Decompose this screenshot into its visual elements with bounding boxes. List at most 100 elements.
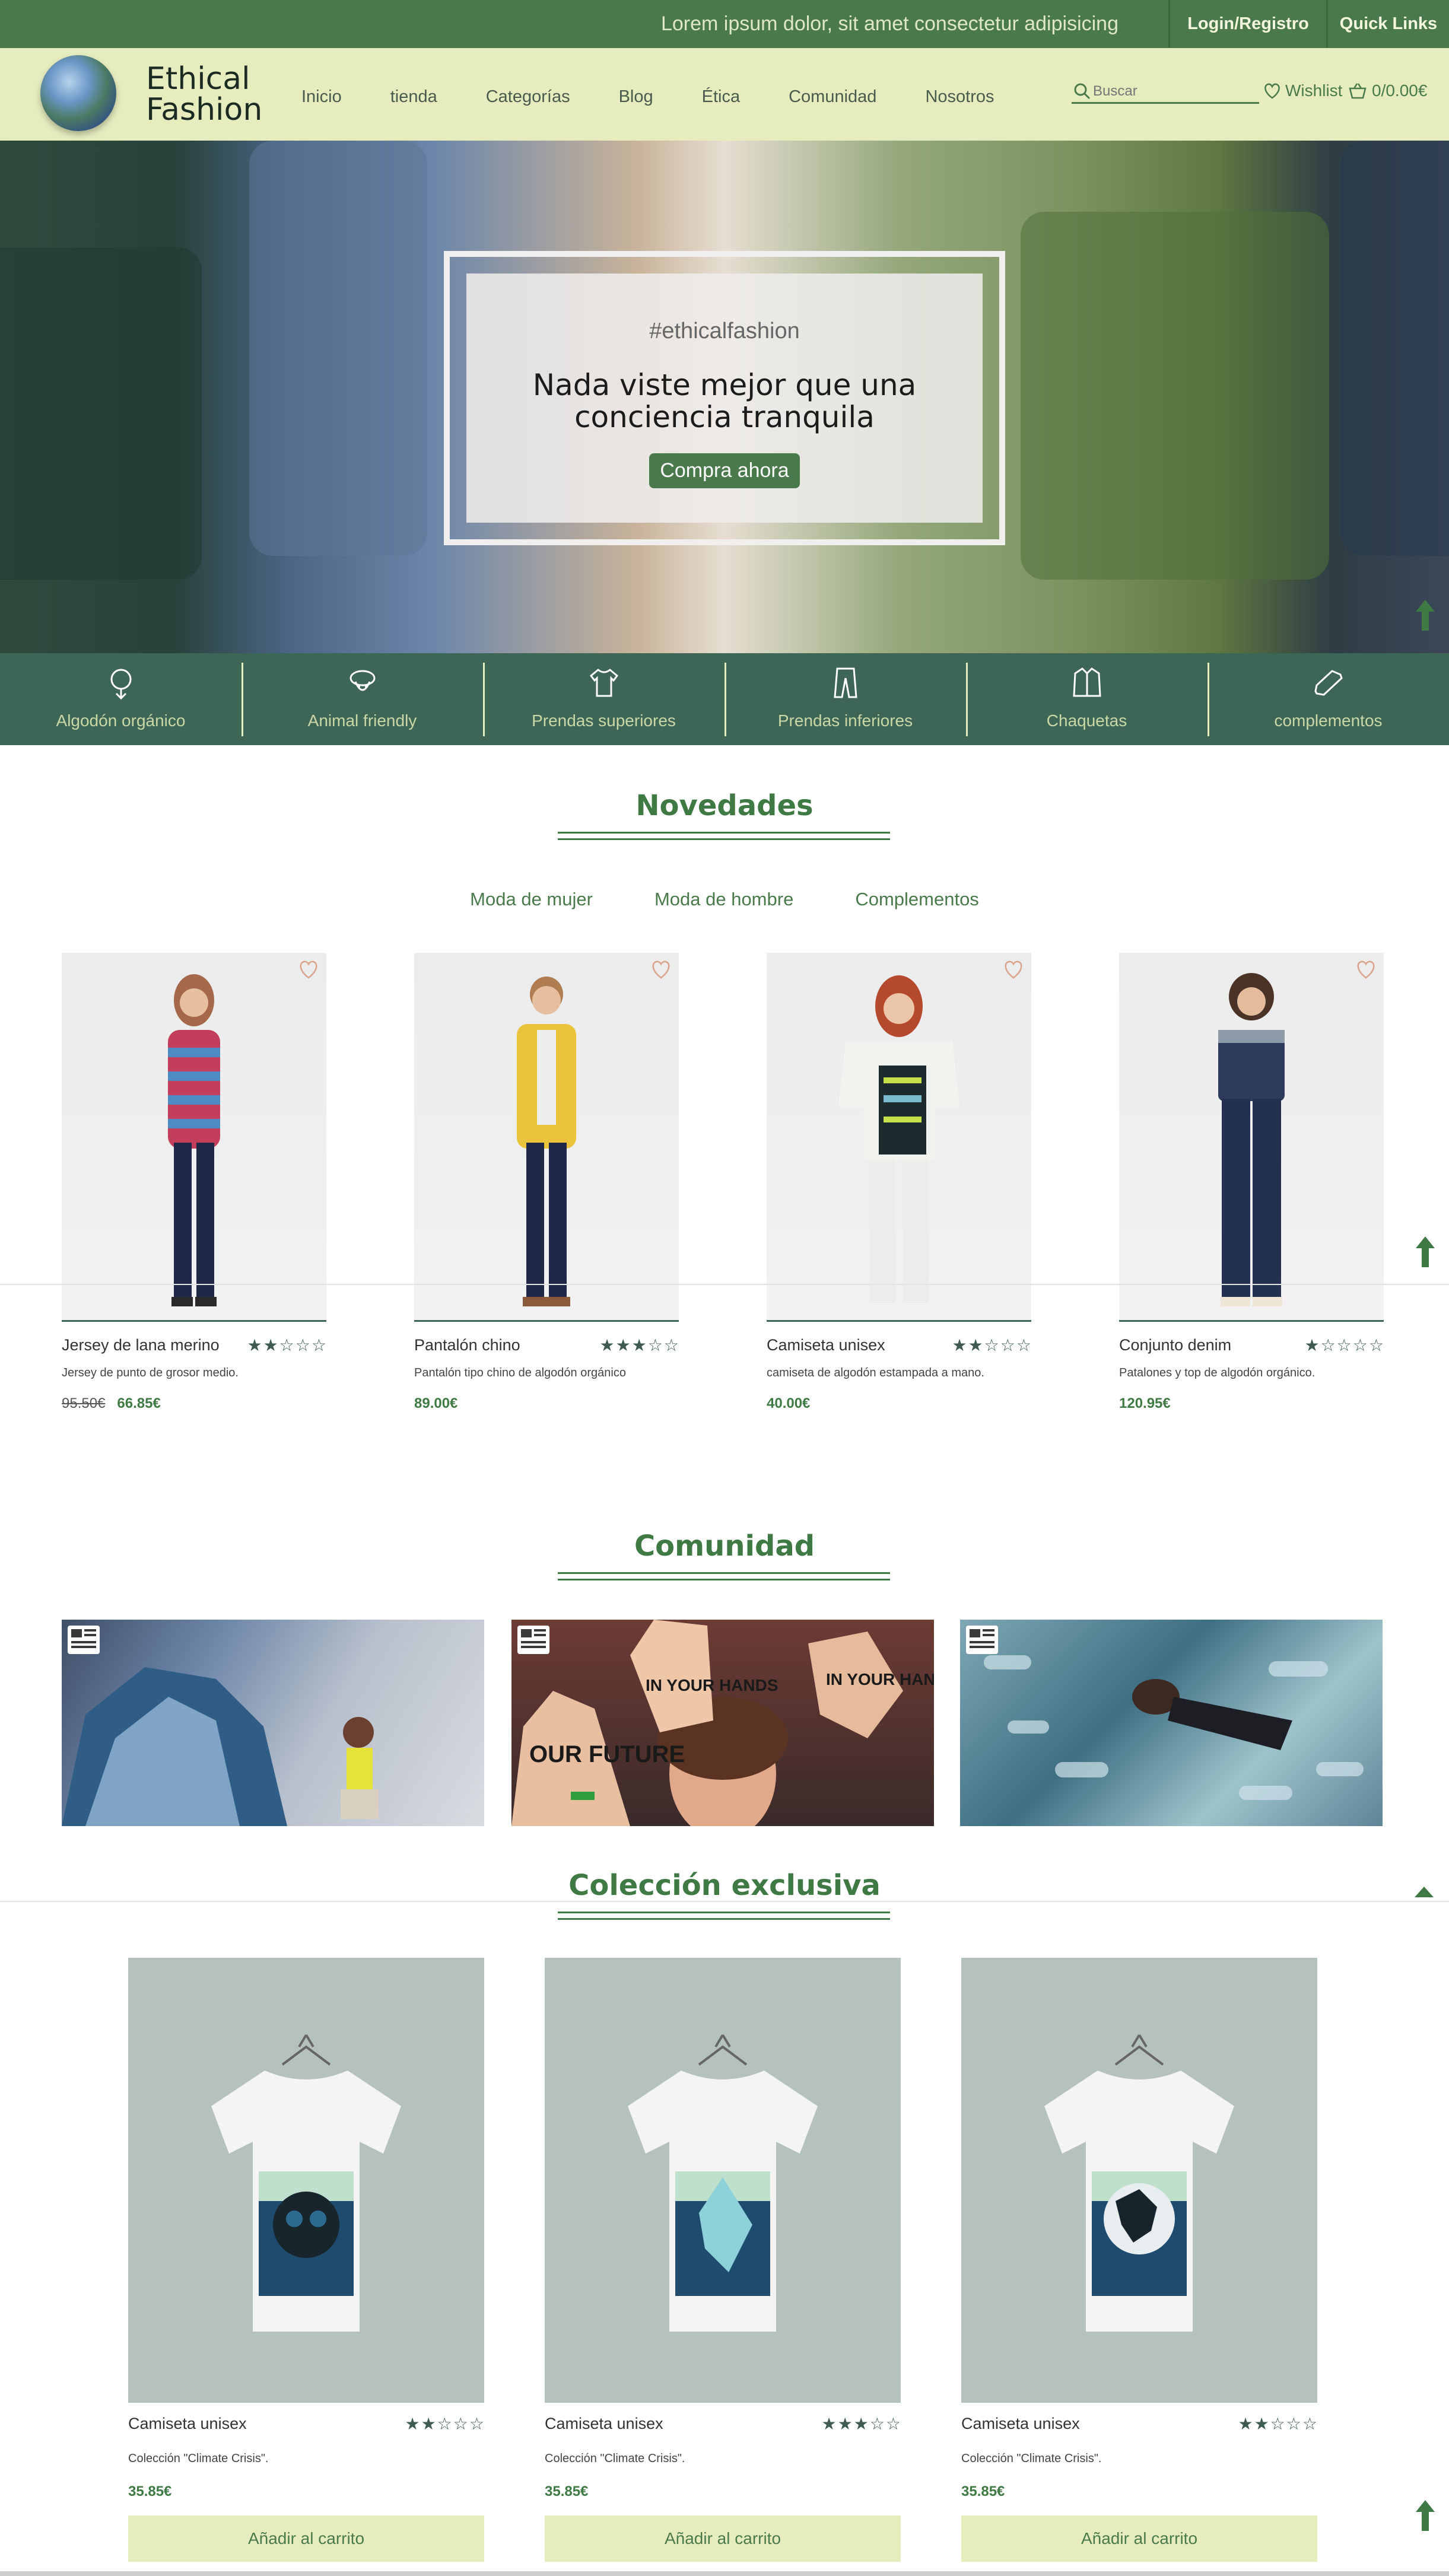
star-empty-icon: ☆ xyxy=(469,2414,484,2433)
product-description: Jersey de punto de grosor medio. xyxy=(62,1366,239,1379)
star-empty-icon: ☆ xyxy=(885,2414,901,2433)
community-post[interactable] xyxy=(960,1620,1383,1826)
nav-blog[interactable]: Blog xyxy=(619,87,653,107)
add-to-cart-button[interactable]: Añadir al carrito xyxy=(545,2515,901,2562)
old-price: 95.50€ xyxy=(62,1395,106,1411)
product-image[interactable] xyxy=(961,1958,1317,2403)
community-post[interactable] xyxy=(62,1620,484,1826)
star-empty-icon: ☆ xyxy=(1352,1335,1368,1354)
star-filled-icon: ★ xyxy=(968,1335,983,1354)
scroll-top-icon[interactable] xyxy=(1411,1234,1440,1270)
product-name[interactable]: Camiseta unisex xyxy=(961,2415,1080,2433)
tab-men[interactable]: Moda de hombre xyxy=(654,889,793,910)
cart-link[interactable]: 0/0.00€ xyxy=(1348,81,1427,100)
horizontal-scrollbar[interactable] xyxy=(0,2571,1449,2576)
product-image[interactable] xyxy=(1119,953,1384,1322)
star-empty-icon: ☆ xyxy=(453,2414,468,2433)
logo-text[interactable]: Ethical Fashion xyxy=(146,63,262,125)
product-card[interactable]: Conjunto denim ★ ☆ ☆ ☆ ☆ Patalones y top de … xyxy=(1119,953,1384,1412)
category-accessories[interactable]: complementos xyxy=(1208,653,1449,745)
star-filled-icon: ★ xyxy=(615,1335,631,1354)
category-bottoms[interactable]: Prendas inferiores xyxy=(724,653,966,745)
community-post[interactable]: OUR FUTURE IN YOUR HANDS IN YOUR HANDS xyxy=(511,1620,934,1826)
product-image[interactable] xyxy=(545,1958,901,2403)
heart-icon[interactable] xyxy=(649,958,673,981)
nav-categorias[interactable]: Categorías xyxy=(486,87,570,107)
product-name[interactable]: Camiseta unisex xyxy=(128,2415,247,2433)
star-empty-icon: ☆ xyxy=(1016,1335,1031,1354)
scroll-top-icon[interactable] xyxy=(1411,597,1440,633)
category-tops[interactable]: Prendas superiores xyxy=(483,653,724,745)
heart-icon[interactable] xyxy=(1002,958,1025,981)
star-filled-icon: ★ xyxy=(421,2414,436,2433)
nav-nosotros[interactable]: Nosotros xyxy=(925,87,994,107)
product-description: Patalones y top de algodón orgánico. xyxy=(1119,1366,1315,1379)
newspaper-icon xyxy=(517,1626,549,1654)
product-image[interactable] xyxy=(414,953,679,1322)
nav-inicio[interactable]: Inicio xyxy=(301,87,342,107)
site-header: Ethical Fashion Inicio tienda Categorías… xyxy=(0,48,1449,141)
category-jackets[interactable]: Chaquetas xyxy=(966,653,1208,745)
section-underline xyxy=(558,1572,890,1580)
product-card[interactable]: Jersey de lana merino ★ ★ ☆ ☆ ☆ Jersey de pu… xyxy=(62,953,326,1412)
product-name[interactable]: Camiseta unisex xyxy=(545,2415,663,2433)
product-price: 35.85€ xyxy=(961,2483,1005,2499)
product-description: Colección "Climate Crisis". xyxy=(961,2452,1102,2465)
search-input[interactable] xyxy=(1093,82,1247,100)
product-price: 35.85€ xyxy=(128,2483,172,2499)
star-filled-icon: ★ xyxy=(599,1335,615,1354)
heart-icon[interactable] xyxy=(297,958,320,981)
quick-links-link[interactable]: Quick Links xyxy=(1326,0,1449,48)
star-empty-icon: ☆ xyxy=(1320,1335,1336,1354)
tshirt-product-figure xyxy=(1044,2034,1234,2332)
product-card[interactable]: Camiseta unisex ★ ★ ☆ ☆ ☆ camiseta de algodó… xyxy=(767,953,1031,1412)
divider xyxy=(0,1284,1449,1285)
add-to-cart-button[interactable]: Añadir al carrito xyxy=(128,2515,484,2562)
wishlist-link[interactable]: Wishlist xyxy=(1263,81,1342,100)
heart-icon[interactable] xyxy=(1354,958,1378,981)
sheep-icon xyxy=(349,670,375,691)
product-card[interactable]: Camiseta unisex ★ ★ ☆ ☆ ☆ Colección "Climate… xyxy=(128,1958,484,2562)
product-card[interactable]: Camiseta unisex ★ ★ ★ ☆ ☆ Colección "Climate… xyxy=(545,1958,901,2562)
star-empty-icon: ☆ xyxy=(647,1335,663,1354)
product-name[interactable]: Conjunto denim xyxy=(1119,1336,1231,1354)
tab-accessories[interactable]: Complementos xyxy=(855,889,978,910)
product-name[interactable]: Camiseta unisex xyxy=(767,1336,885,1354)
search-box xyxy=(1072,80,1259,104)
rating-stars: ★ ★ ★ ☆ ☆ xyxy=(599,1337,679,1354)
star-filled-icon: ★ xyxy=(247,1335,262,1354)
product-card[interactable]: Camiseta unisex ★ ★ ☆ ☆ ☆ Colección "Climate… xyxy=(961,1958,1317,2562)
product-name[interactable]: Jersey de lana merino xyxy=(62,1336,220,1354)
logo-globe-icon[interactable] xyxy=(40,55,116,131)
star-filled-icon: ★ xyxy=(1304,1335,1320,1354)
category-animal-friendly[interactable]: Animal friendly xyxy=(242,653,483,745)
product-card[interactable]: Pantalón chino ★ ★ ★ ☆ ☆ Pantalón tipo chino… xyxy=(414,953,679,1412)
product-image[interactable] xyxy=(62,953,326,1322)
newspaper-icon xyxy=(966,1626,998,1654)
current-price: 89.00€ xyxy=(414,1395,458,1411)
exclusive-title: Colección exclusiva xyxy=(568,1869,881,1902)
protest-sign-text: IN YOUR HANDS xyxy=(646,1676,778,1694)
product-image[interactable] xyxy=(767,953,1031,1322)
tshirt-icon xyxy=(589,668,618,697)
search-icon[interactable] xyxy=(1072,81,1093,102)
tab-women[interactable]: Moda de mujer xyxy=(470,889,593,910)
rating-stars: ★ ★ ☆ ☆ ☆ xyxy=(247,1337,326,1354)
login-register-link[interactable]: Login/Registro xyxy=(1168,0,1326,48)
scroll-top-icon[interactable] xyxy=(1411,2498,1440,2533)
shop-now-button[interactable]: Compra ahora xyxy=(649,453,800,488)
product-name[interactable]: Pantalón chino xyxy=(414,1336,520,1354)
product-image[interactable] xyxy=(128,1958,484,2403)
star-empty-icon: ☆ xyxy=(869,2414,885,2433)
hero-garment-shape xyxy=(249,141,427,556)
newspaper-icon xyxy=(68,1626,100,1654)
star-empty-icon: ☆ xyxy=(663,1335,679,1354)
category-organic-cotton[interactable]: Algodón orgánico xyxy=(0,653,242,745)
community-photo xyxy=(984,1655,1364,1800)
rating-stars: ★ ★ ☆ ☆ ☆ xyxy=(952,1337,1031,1354)
nav-etica[interactable]: Ética xyxy=(702,87,740,107)
nav-tienda[interactable]: tienda xyxy=(390,87,437,107)
add-to-cart-button[interactable]: Añadir al carrito xyxy=(961,2515,1317,2562)
hero-garment-shape xyxy=(1021,212,1329,580)
nav-comunidad[interactable]: Comunidad xyxy=(789,87,876,107)
